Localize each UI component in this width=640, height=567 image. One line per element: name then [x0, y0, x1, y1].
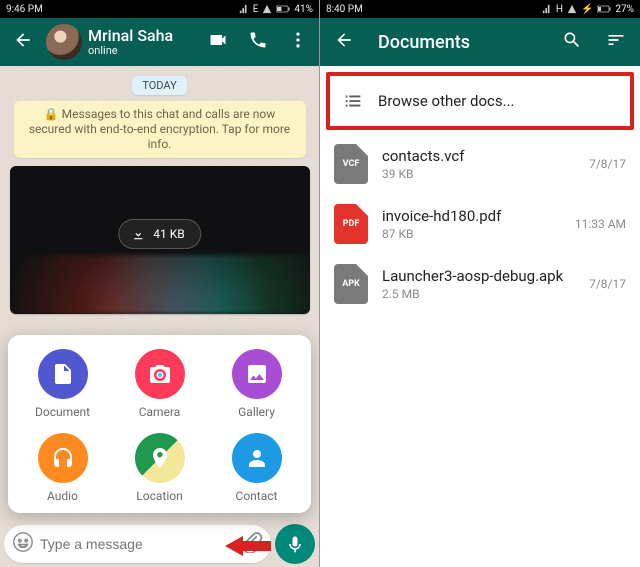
headphone-icon — [51, 446, 75, 470]
attach-camera[interactable]: Camera — [111, 349, 208, 419]
network-type: H — [556, 4, 563, 15]
browse-label: Browse other docs... — [378, 92, 514, 110]
battery-icon — [276, 5, 290, 13]
list-icon — [342, 90, 364, 112]
more-icon[interactable] — [281, 30, 315, 54]
back-icon[interactable] — [6, 30, 40, 54]
attach-document[interactable]: Document — [14, 349, 111, 419]
back-icon[interactable] — [324, 30, 364, 54]
person-icon — [245, 446, 269, 470]
camera-icon — [148, 362, 172, 386]
location-pin-icon — [148, 446, 172, 470]
documents-screen: 8:40 PM H ⚡ 27% Documents Browse other d… — [320, 0, 640, 567]
mic-icon — [285, 534, 305, 554]
contact-name: Mrinal Saha — [88, 27, 195, 45]
input-bar — [0, 521, 319, 567]
file-row[interactable]: PDF invoice-hd180.pdf 87 KB 11:33 AM — [320, 194, 640, 254]
attach-label: Document — [35, 405, 90, 419]
whatsapp-chat-screen: 9:46 PM E 41% Mrinal Saha online TODAY 🔒… — [0, 0, 320, 567]
message-input[interactable] — [40, 536, 235, 552]
attach-gallery[interactable]: Gallery — [208, 349, 305, 419]
battery-percent: 27% — [615, 4, 634, 15]
signal-icon — [542, 4, 552, 14]
attach-label: Location — [136, 489, 182, 503]
mic-button[interactable] — [275, 524, 315, 564]
attach-label: Camera — [139, 405, 181, 419]
status-time: 8:40 PM — [326, 4, 363, 15]
contact-info[interactable]: Mrinal Saha online — [88, 27, 195, 57]
file-row[interactable]: VCF contacts.vcf 39 KB 7/8/17 — [320, 134, 640, 194]
contact-status: online — [88, 45, 195, 57]
date-badge: TODAY — [132, 76, 186, 95]
network-type: E — [253, 4, 259, 15]
attach-audio[interactable]: Audio — [14, 433, 111, 503]
file-date: 7/8/17 — [589, 277, 626, 291]
video-call-icon[interactable] — [201, 30, 235, 54]
download-button[interactable]: 41 KB — [118, 219, 201, 249]
status-bar: 8:40 PM H ⚡ 27% — [320, 0, 640, 18]
file-size: 39 KB — [382, 167, 575, 181]
file-name: Launcher3-aosp-debug.apk — [382, 267, 575, 285]
voice-call-icon[interactable] — [241, 30, 275, 54]
wifi-icon — [567, 4, 577, 14]
chat-header: Mrinal Saha online — [0, 18, 319, 66]
attach-label: Contact — [236, 489, 278, 503]
attach-location[interactable]: Location — [111, 433, 208, 503]
attach-label: Gallery — [238, 405, 275, 419]
sort-icon[interactable] — [596, 30, 636, 54]
file-name: invoice-hd180.pdf — [382, 207, 561, 225]
annotation-highlight: Browse other docs... — [326, 72, 634, 130]
annotation-arrow — [225, 533, 271, 559]
gallery-icon — [245, 362, 269, 386]
attachment-sheet: Document Camera Gallery Audio Location C… — [8, 335, 311, 513]
file-date: 7/8/17 — [589, 157, 626, 171]
file-row[interactable]: APK Launcher3-aosp-debug.apk 2.5 MB 7/8/17 — [320, 254, 640, 314]
page-title: Documents — [368, 32, 548, 53]
document-icon — [51, 362, 75, 386]
battery-percent: 41% — [294, 4, 313, 15]
documents-header: Documents — [320, 18, 640, 66]
wifi-icon — [262, 4, 272, 14]
file-name: contacts.vcf — [382, 147, 575, 165]
browse-other-docs[interactable]: Browse other docs... — [330, 76, 630, 126]
file-type-badge: APK — [334, 264, 368, 304]
download-size: 41 KB — [153, 227, 184, 241]
file-list: VCF contacts.vcf 39 KB 7/8/17 PDF invoice-hd1… — [320, 134, 640, 314]
attach-label: Audio — [47, 489, 78, 503]
battery-icon — [597, 5, 611, 13]
status-time: 9:46 PM — [6, 4, 43, 15]
status-bar: 9:46 PM E 41% — [0, 0, 319, 18]
signal-icon — [239, 4, 249, 14]
search-icon[interactable] — [552, 30, 592, 54]
download-icon — [131, 227, 145, 241]
emoji-icon[interactable] — [12, 531, 34, 557]
file-type-badge: PDF — [334, 204, 368, 244]
file-size: 2.5 MB — [382, 287, 575, 301]
file-type-badge: VCF — [334, 144, 368, 184]
attach-contact[interactable]: Contact — [208, 433, 305, 503]
file-date: 11:33 AM — [575, 217, 626, 231]
encryption-notice[interactable]: 🔒 Messages to this chat and calls are no… — [14, 101, 306, 158]
media-message[interactable]: 41 KB — [10, 166, 310, 314]
file-size: 87 KB — [382, 227, 561, 241]
avatar[interactable] — [46, 24, 82, 60]
